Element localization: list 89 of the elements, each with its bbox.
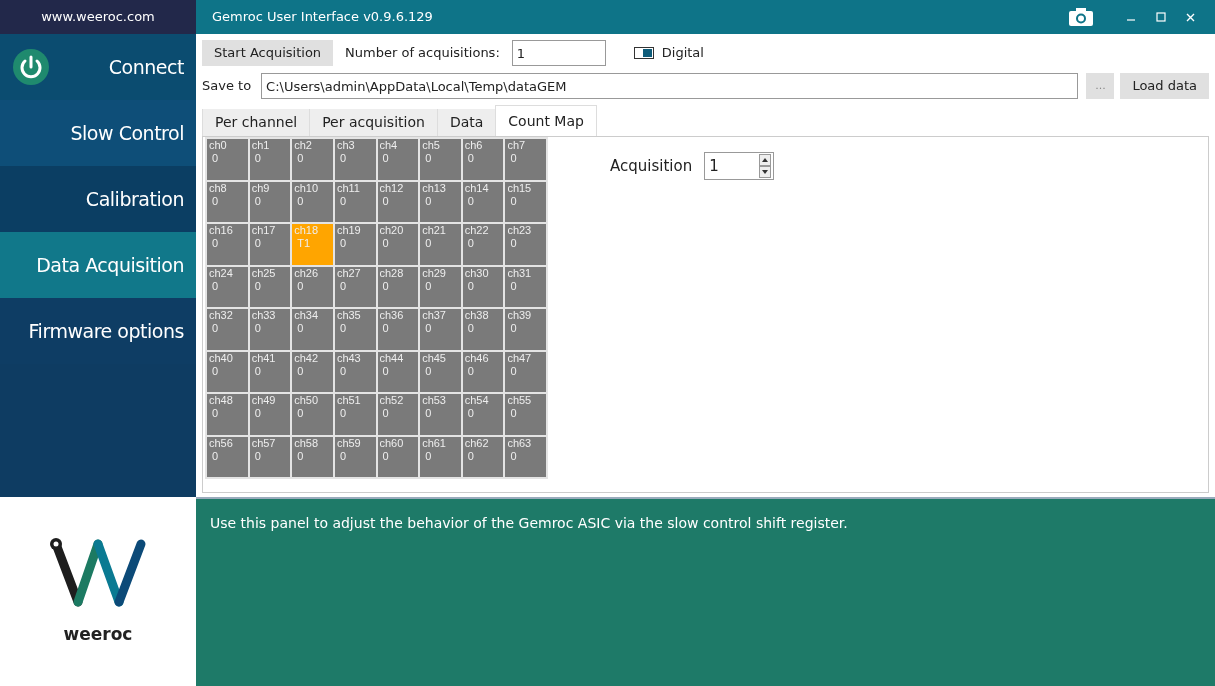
channel-cell: ch10 0 bbox=[292, 181, 333, 222]
channel-cell: ch37 0 bbox=[420, 309, 461, 350]
channel-cell: ch60 0 bbox=[377, 436, 419, 477]
power-icon bbox=[12, 48, 50, 86]
channel-cell: ch54 0 bbox=[462, 394, 504, 435]
channel-cell: ch57 0 bbox=[249, 436, 291, 477]
channel-cell: ch51 0 bbox=[334, 394, 376, 435]
tab[interactable]: Data bbox=[436, 109, 496, 136]
channel-cell: ch32 0 bbox=[207, 309, 248, 350]
channel-cell: ch13 0 bbox=[420, 181, 461, 222]
window-title: Gemroc User Interface v0.9.6.129 bbox=[212, 8, 433, 27]
channel-cell: ch61 0 bbox=[420, 436, 461, 477]
channel-cell: ch11 0 bbox=[334, 181, 376, 222]
channel-cell: ch5 0 bbox=[420, 139, 461, 180]
channel-cell: ch38 0 bbox=[462, 309, 504, 350]
channel-cell: ch8 0 bbox=[207, 181, 248, 222]
channel-cell: ch29 0 bbox=[420, 266, 461, 307]
close-icon[interactable] bbox=[1186, 12, 1195, 22]
camera-icon[interactable] bbox=[1068, 7, 1094, 27]
channel-cell: ch28 0 bbox=[377, 266, 419, 307]
channel-cell: ch6 0 bbox=[462, 139, 504, 180]
tab[interactable]: Count Map bbox=[495, 105, 597, 136]
channel-cell: ch40 0 bbox=[207, 351, 248, 392]
sidebar-item[interactable]: Slow Control bbox=[0, 100, 196, 166]
channel-cell: ch55 0 bbox=[505, 394, 546, 435]
acquisition-spinbox[interactable]: 1 bbox=[704, 152, 775, 180]
sidebar-item[interactable]: Data Acquisition bbox=[0, 232, 196, 298]
channel-cell: ch19 0 bbox=[334, 224, 376, 265]
channel-cell: ch34 0 bbox=[292, 309, 333, 350]
channel-cell: ch22 0 bbox=[462, 224, 504, 265]
channel-cell: ch58 0 bbox=[292, 436, 333, 477]
digital-toggle[interactable] bbox=[633, 47, 654, 59]
channel-cell: ch50 0 bbox=[292, 394, 333, 435]
channel-cell: ch16 0 bbox=[207, 224, 248, 265]
channel-cell: ch20 0 bbox=[377, 224, 419, 265]
channel-cell: ch41 0 bbox=[249, 351, 291, 392]
channel-cell: ch52 0 bbox=[377, 394, 419, 435]
channel-cell: ch17 0 bbox=[249, 224, 291, 265]
channel-cell: ch62 0 bbox=[462, 436, 504, 477]
channel-cell: ch36 0 bbox=[377, 309, 419, 350]
channel-cell: ch26 0 bbox=[292, 266, 333, 307]
spin-arrows-icon[interactable] bbox=[759, 154, 772, 178]
channel-cell: ch53 0 bbox=[420, 394, 461, 435]
channel-cell: ch42 0 bbox=[292, 351, 333, 392]
channel-cell: ch9 0 bbox=[249, 181, 291, 222]
save-to-label: Save to bbox=[202, 77, 252, 96]
start-acquisition-button[interactable]: Start Acquisition bbox=[202, 40, 334, 66]
channel-cell: ch27 0 bbox=[334, 266, 376, 307]
channel-cell: ch63 0 bbox=[505, 436, 546, 477]
channel-cell: ch48 0 bbox=[207, 394, 248, 435]
channel-cell: ch12 0 bbox=[377, 181, 419, 222]
channel-cell: ch21 0 bbox=[420, 224, 461, 265]
tab[interactable]: Per acquisition bbox=[309, 109, 437, 136]
channel-cell: ch18 T1 bbox=[292, 224, 333, 265]
channel-cell: ch31 0 bbox=[505, 266, 546, 307]
help-text: Use this panel to adjust the behavior of the Gemroc ASIC via the slow control shift register. bbox=[210, 515, 848, 531]
channel-cell: ch45 0 bbox=[420, 351, 461, 392]
logo-text: weeroc bbox=[63, 622, 133, 646]
channel-cell: ch3 0 bbox=[334, 139, 376, 180]
acquisitions-label: Number of acquisitions: bbox=[345, 44, 500, 63]
channel-cell: ch24 0 bbox=[207, 266, 248, 307]
save-path-field[interactable]: C:\Users\admin\AppData\Local\Temp\dataGEM bbox=[261, 73, 1079, 99]
channel-cell: ch49 0 bbox=[249, 394, 291, 435]
channel-cell: ch56 0 bbox=[207, 436, 248, 477]
load-data-button[interactable]: Load data bbox=[1120, 73, 1209, 99]
channel-cell: ch59 0 bbox=[334, 436, 376, 477]
channel-cell: ch15 0 bbox=[505, 181, 546, 222]
channel-cell: ch1 0 bbox=[249, 139, 291, 180]
channel-cell: ch33 0 bbox=[249, 309, 291, 350]
acquisitions-field[interactable]: 1 bbox=[511, 40, 606, 66]
maximize-icon[interactable] bbox=[1156, 12, 1166, 22]
channel-cell: ch7 0 bbox=[505, 139, 546, 180]
channel-cell: ch2 0 bbox=[292, 139, 333, 180]
channel-cell: ch0 0 bbox=[207, 139, 248, 180]
sidebar-item[interactable]: Connect bbox=[0, 34, 196, 100]
channel-cell: ch23 0 bbox=[505, 224, 546, 265]
digital-label: Digital bbox=[661, 44, 704, 63]
channel-cell: ch35 0 bbox=[334, 309, 376, 350]
tab[interactable]: Per channel bbox=[202, 109, 310, 136]
channel-cell: ch25 0 bbox=[249, 266, 291, 307]
acquisition-label: Acquisition bbox=[610, 155, 693, 177]
channel-cell: ch43 0 bbox=[334, 351, 376, 392]
channel-cell: ch39 0 bbox=[505, 309, 546, 350]
channel-cell: ch14 0 bbox=[462, 181, 504, 222]
channel-cell: ch46 0 bbox=[462, 351, 504, 392]
channel-cell: ch30 0 bbox=[462, 266, 504, 307]
channel-cell: ch44 0 bbox=[377, 351, 419, 392]
channel-cell: ch47 0 bbox=[505, 351, 546, 392]
channel-cell: ch4 0 bbox=[377, 139, 419, 180]
